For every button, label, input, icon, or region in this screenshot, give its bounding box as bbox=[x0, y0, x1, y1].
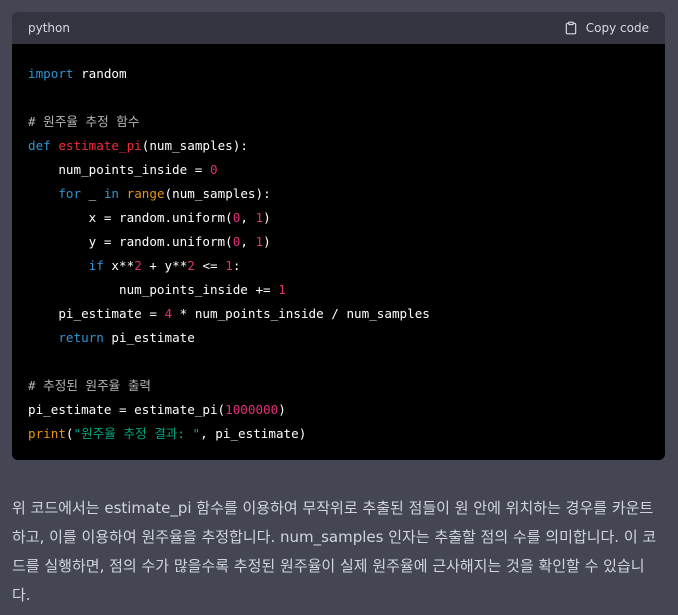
copy-code-label: Copy code bbox=[585, 21, 649, 35]
code-line: for _ in range(num_samples): bbox=[58, 186, 271, 201]
code-line: y = random.uniform(0, 1) bbox=[28, 234, 271, 249]
code-language-label: python bbox=[28, 21, 70, 35]
code-line: x = random.uniform(0, 1) bbox=[28, 210, 271, 225]
clipboard-icon bbox=[565, 21, 577, 35]
code-content: import random # 원주율 추정 함수 def estimate_p… bbox=[12, 44, 665, 446]
copy-code-button[interactable]: Copy code bbox=[564, 21, 649, 35]
code-line: def estimate_pi(num_samples): bbox=[28, 138, 248, 153]
explanation-paragraph: 위 코드에서는 estimate_pi 함수를 이용하여 무작위로 추출된 점들… bbox=[12, 499, 657, 604]
code-block: python Copy code import random # 원주율 추정 … bbox=[12, 12, 665, 460]
code-line: # 원주율 추정 함수 bbox=[28, 114, 140, 129]
code-line: # 추정된 원주율 출력 bbox=[28, 378, 152, 393]
code-line: print("원주율 추정 결과: ", pi_estimate) bbox=[28, 426, 307, 441]
code-line: if x**2 + y**2 <= 1: bbox=[88, 258, 241, 273]
code-line: num_points_inside = 0 bbox=[28, 162, 218, 177]
code-line: num_points_inside += 1 bbox=[28, 282, 286, 297]
code-line: pi_estimate = estimate_pi(1000000) bbox=[28, 402, 286, 417]
code-header: python Copy code bbox=[12, 12, 665, 44]
code-line: import random bbox=[28, 66, 127, 81]
code-line: pi_estimate = 4 * num_points_inside / nu… bbox=[28, 306, 430, 321]
code-line: return pi_estimate bbox=[58, 330, 195, 345]
